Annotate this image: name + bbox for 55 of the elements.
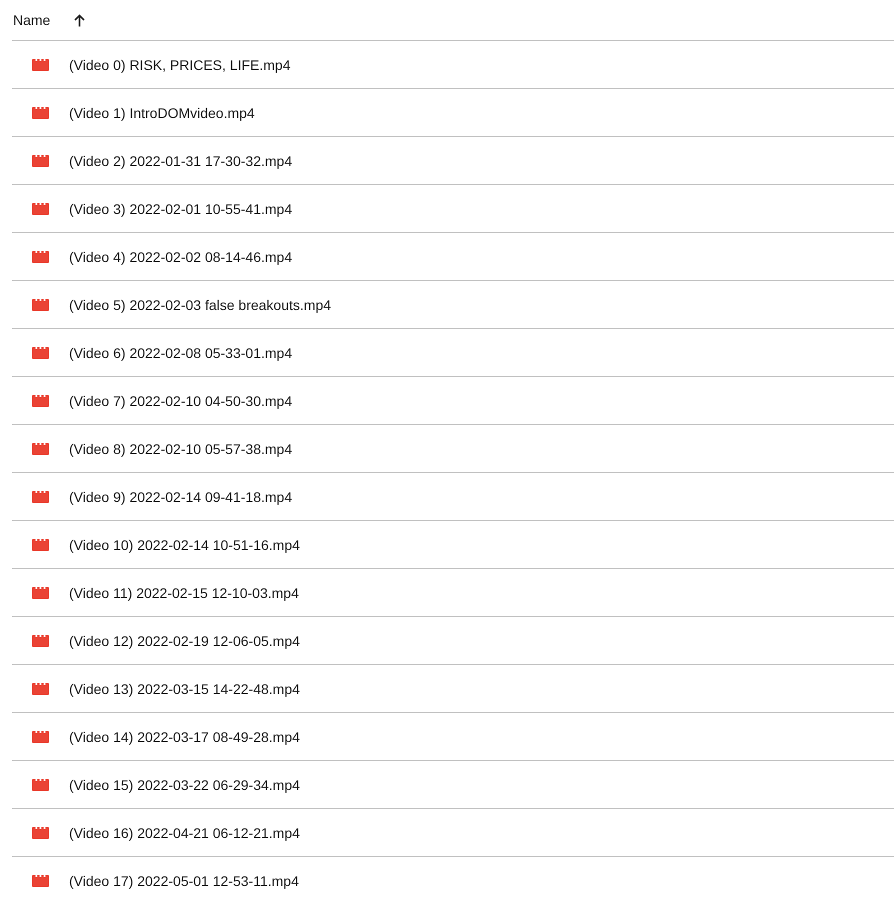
file-row[interactable]: (Video 12) 2022-02-19 12-06-05.mp4 (12, 617, 894, 665)
file-row[interactable]: (Video 13) 2022-03-15 14-22-48.mp4 (12, 665, 894, 713)
video-file-icon (32, 778, 49, 790)
file-name: (Video 15) 2022-03-22 06-29-34.mp4 (69, 776, 300, 792)
file-row[interactable]: (Video 9) 2022-02-14 09-41-18.mp4 (12, 473, 894, 521)
file-row[interactable]: (Video 6) 2022-02-08 05-33-01.mp4 (12, 329, 894, 377)
video-file-icon (32, 154, 49, 166)
file-row[interactable]: (Video 17) 2022-05-01 12-53-11.mp4 (12, 857, 894, 904)
file-name: (Video 16) 2022-04-21 06-12-21.mp4 (69, 824, 300, 840)
file-row[interactable]: (Video 8) 2022-02-10 05-57-38.mp4 (12, 425, 894, 473)
video-file-icon (32, 442, 49, 454)
video-file-icon (32, 874, 49, 886)
file-name: (Video 17) 2022-05-01 12-53-11.mp4 (69, 872, 299, 888)
file-name: (Video 4) 2022-02-02 08-14-46.mp4 (69, 248, 292, 264)
file-row[interactable]: (Video 3) 2022-02-01 10-55-41.mp4 (12, 185, 894, 233)
file-name: (Video 14) 2022-03-17 08-49-28.mp4 (69, 728, 300, 744)
video-file-icon (32, 682, 49, 694)
video-file-icon (32, 58, 49, 70)
video-file-icon (32, 826, 49, 838)
file-row[interactable]: (Video 7) 2022-02-10 04-50-30.mp4 (12, 377, 894, 425)
file-name: (Video 13) 2022-03-15 14-22-48.mp4 (69, 680, 300, 696)
file-name: (Video 0) RISK, PRICES, LIFE.mp4 (69, 56, 290, 72)
file-row[interactable]: (Video 11) 2022-02-15 12-10-03.mp4 (12, 569, 894, 617)
file-name: (Video 2) 2022-01-31 17-30-32.mp4 (69, 152, 292, 168)
video-file-icon (32, 298, 49, 310)
file-name: (Video 5) 2022-02-03 false breakouts.mp4 (69, 296, 332, 312)
video-file-icon (32, 106, 49, 118)
file-row[interactable]: (Video 14) 2022-03-17 08-49-28.mp4 (12, 713, 894, 761)
video-file-icon (32, 586, 49, 598)
file-row[interactable]: (Video 0) RISK, PRICES, LIFE.mp4 (12, 41, 894, 89)
file-row[interactable]: (Video 2) 2022-01-31 17-30-32.mp4 (12, 137, 894, 185)
file-name: (Video 9) 2022-02-14 09-41-18.mp4 (69, 488, 292, 504)
file-name: (Video 1) IntroDOMvideo.mp4 (69, 104, 255, 120)
name-column-header[interactable]: Name (12, 0, 86, 40)
file-name: (Video 10) 2022-02-14 10-51-16.mp4 (69, 536, 300, 552)
video-file-icon (32, 250, 49, 262)
video-file-icon (32, 634, 49, 646)
file-row[interactable]: (Video 16) 2022-04-21 06-12-21.mp4 (12, 809, 894, 857)
file-name: (Video 6) 2022-02-08 05-33-01.mp4 (69, 344, 292, 360)
file-row[interactable]: (Video 4) 2022-02-02 08-14-46.mp4 (12, 233, 894, 281)
file-row[interactable]: (Video 15) 2022-03-22 06-29-34.mp4 (12, 761, 894, 809)
video-file-icon (32, 538, 49, 550)
file-row[interactable]: (Video 10) 2022-02-14 10-51-16.mp4 (12, 521, 894, 569)
video-file-icon (32, 202, 49, 214)
file-name: (Video 3) 2022-02-01 10-55-41.mp4 (69, 200, 292, 216)
file-row[interactable]: (Video 5) 2022-02-03 false breakouts.mp4 (12, 281, 894, 329)
file-name: (Video 7) 2022-02-10 04-50-30.mp4 (69, 392, 292, 408)
file-name: (Video 12) 2022-02-19 12-06-05.mp4 (69, 632, 300, 648)
file-name: (Video 8) 2022-02-10 05-57-38.mp4 (69, 440, 292, 456)
file-name: (Video 11) 2022-02-15 12-10-03.mp4 (69, 584, 299, 600)
video-file-icon (32, 394, 49, 406)
file-row[interactable]: (Video 1) IntroDOMvideo.mp4 (12, 89, 894, 137)
video-file-icon (32, 730, 49, 742)
video-file-icon (32, 490, 49, 502)
video-file-icon (32, 346, 49, 358)
